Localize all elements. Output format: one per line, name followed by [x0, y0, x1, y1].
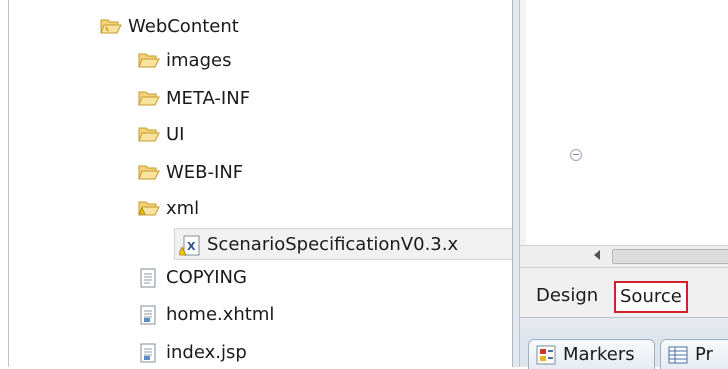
tab-source[interactable]: Source: [614, 281, 688, 313]
tab-markers[interactable]: Markers: [528, 339, 655, 369]
folder-icon: [138, 51, 160, 69]
tree-item-label: xml: [166, 197, 200, 219]
project-explorer: WebContent images META-INF UI WEB-INF xm…: [0, 0, 512, 367]
tree-item-label: home.xhtml: [166, 303, 275, 325]
tree-item-label: WebContent: [128, 15, 239, 37]
tree-item-label: ScenarioSpecificationV0.3.x: [207, 233, 459, 255]
tree-item-copying[interactable]: COPYING: [138, 265, 247, 289]
splitter-edge: [512, 0, 513, 367]
tree-item-index-jsp[interactable]: index.jsp: [138, 340, 247, 364]
tree-item-label: WEB-INF: [166, 161, 244, 183]
xml-file-warning-icon: X: [177, 235, 201, 256]
folder-icon: [138, 163, 160, 181]
svg-text:X: X: [187, 240, 196, 253]
tab-properties-label: Pr: [695, 344, 713, 365]
tree-item-scenario-spec[interactable]: X ScenarioSpecificationV0.3.x: [174, 228, 512, 260]
folder-warning-icon: [138, 199, 160, 217]
tree-item-label: index.jsp: [166, 341, 247, 363]
tab-design[interactable]: Design: [532, 281, 602, 311]
source-editor[interactable]: [520, 0, 728, 245]
folder-icon: [138, 125, 160, 143]
tab-markers-label: Markers: [563, 344, 635, 365]
text-file-icon: [138, 268, 160, 288]
tab-properties[interactable]: Pr: [660, 339, 728, 369]
scroll-left-arrow-icon[interactable]: [594, 250, 600, 260]
editor-ruler: [520, 0, 526, 245]
tree-item-label: COPYING: [166, 266, 247, 288]
explorer-border: [8, 0, 9, 367]
tree-item-home-xhtml[interactable]: home.xhtml: [138, 302, 274, 326]
jsp-file-icon: [138, 343, 160, 363]
tree-item-meta-inf[interactable]: META-INF: [138, 86, 250, 110]
collapse-icon[interactable]: [570, 149, 582, 161]
html-file-icon: [138, 305, 160, 325]
tree-item-webcontent[interactable]: WebContent: [100, 14, 239, 38]
tree-item-images[interactable]: images: [138, 48, 231, 72]
tree-item-label: images: [166, 49, 232, 71]
properties-icon: [667, 344, 689, 366]
folder-open-icon: [100, 17, 122, 35]
markers-icon: [535, 344, 557, 366]
tree-item-web-inf[interactable]: WEB-INF: [138, 160, 243, 184]
tree-item-xml[interactable]: xml: [138, 196, 199, 220]
scrollbar-thumb[interactable]: [612, 249, 728, 264]
tree-item-label: UI: [166, 123, 185, 145]
folder-icon: [138, 89, 160, 107]
tree-item-ui[interactable]: UI: [138, 122, 184, 146]
tree-item-label: META-INF: [166, 87, 251, 109]
